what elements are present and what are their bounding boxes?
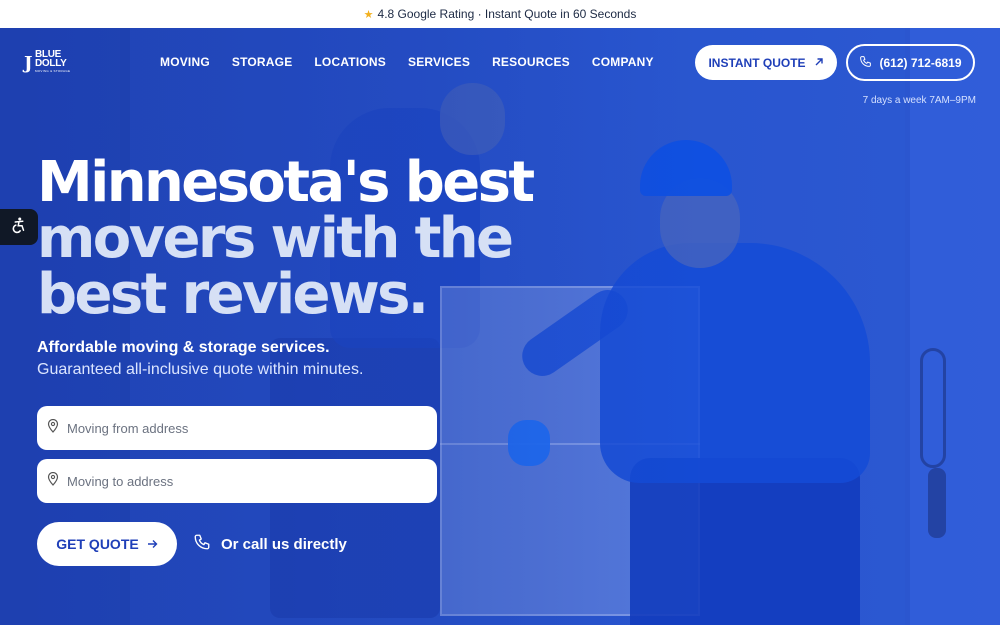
call-directly-link[interactable]: Or call us directly [193,533,347,555]
arrow-right-icon [147,536,158,552]
logo-mark: J [24,53,33,74]
star-icon: ★ [363,8,374,21]
phone-icon [859,55,872,71]
hero-subheading: Affordable moving & storage services. [37,339,330,356]
instant-quote-label: INSTANT QUOTE [708,55,806,70]
accessibility-icon [10,216,28,239]
map-pin-icon [47,418,59,438]
logo-line-2: DOLLY [35,58,67,69]
hero-description: Guaranteed all-inclusive quote within mi… [37,361,364,378]
call-directly-label: Or call us directly [221,535,347,553]
map-pin-icon [47,471,59,491]
phone-icon [193,533,211,555]
phone-number: (612) 712-6819 [879,55,962,70]
nav-item-storage[interactable]: STORAGE [232,55,293,69]
nav-item-company[interactable]: COMPANY [592,55,654,69]
nav-item-resources[interactable]: RESOURCES [492,55,570,69]
get-quote-label: GET QUOTE [56,536,139,552]
announcement-text: 4.8 Google Rating · Instant Quote in 60 … [377,7,637,21]
nav-item-moving[interactable]: MOVING [160,55,210,69]
to-address-input[interactable] [67,473,407,489]
business-hours: 7 days a week 7AM–9PM [862,95,976,106]
main-nav: MOVING STORAGE LOCATIONS SERVICES RESOUR… [160,55,676,69]
headline-line-1: Minnesota's best [37,150,535,215]
accessibility-button[interactable] [0,209,38,245]
nav-item-services[interactable]: SERVICES [408,55,470,69]
logo-wordmark: BLUE DOLLY [35,50,67,69]
to-address-field [37,459,437,503]
arrow-up-right-icon [814,56,824,70]
hero-headline: Minnesota's best movers with the best re… [37,155,557,323]
brand-logo[interactable]: J BLUE DOLLY MOVING & STORAGE [24,49,76,77]
get-quote-button[interactable]: GET QUOTE [37,522,177,566]
headline-line-3: best reviews. [37,262,429,327]
phone-button[interactable]: (612) 712-6819 [846,44,975,81]
headline-line-2: movers with the [37,206,514,271]
instant-quote-button[interactable]: INSTANT QUOTE [695,45,837,80]
from-address-field [37,406,437,450]
from-address-input[interactable] [67,420,407,436]
logo-subtitle: MOVING & STORAGE [35,69,71,73]
announcement-bar: ★ 4.8 Google Rating · Instant Quote in 6… [0,0,1000,28]
nav-item-locations[interactable]: LOCATIONS [314,55,386,69]
